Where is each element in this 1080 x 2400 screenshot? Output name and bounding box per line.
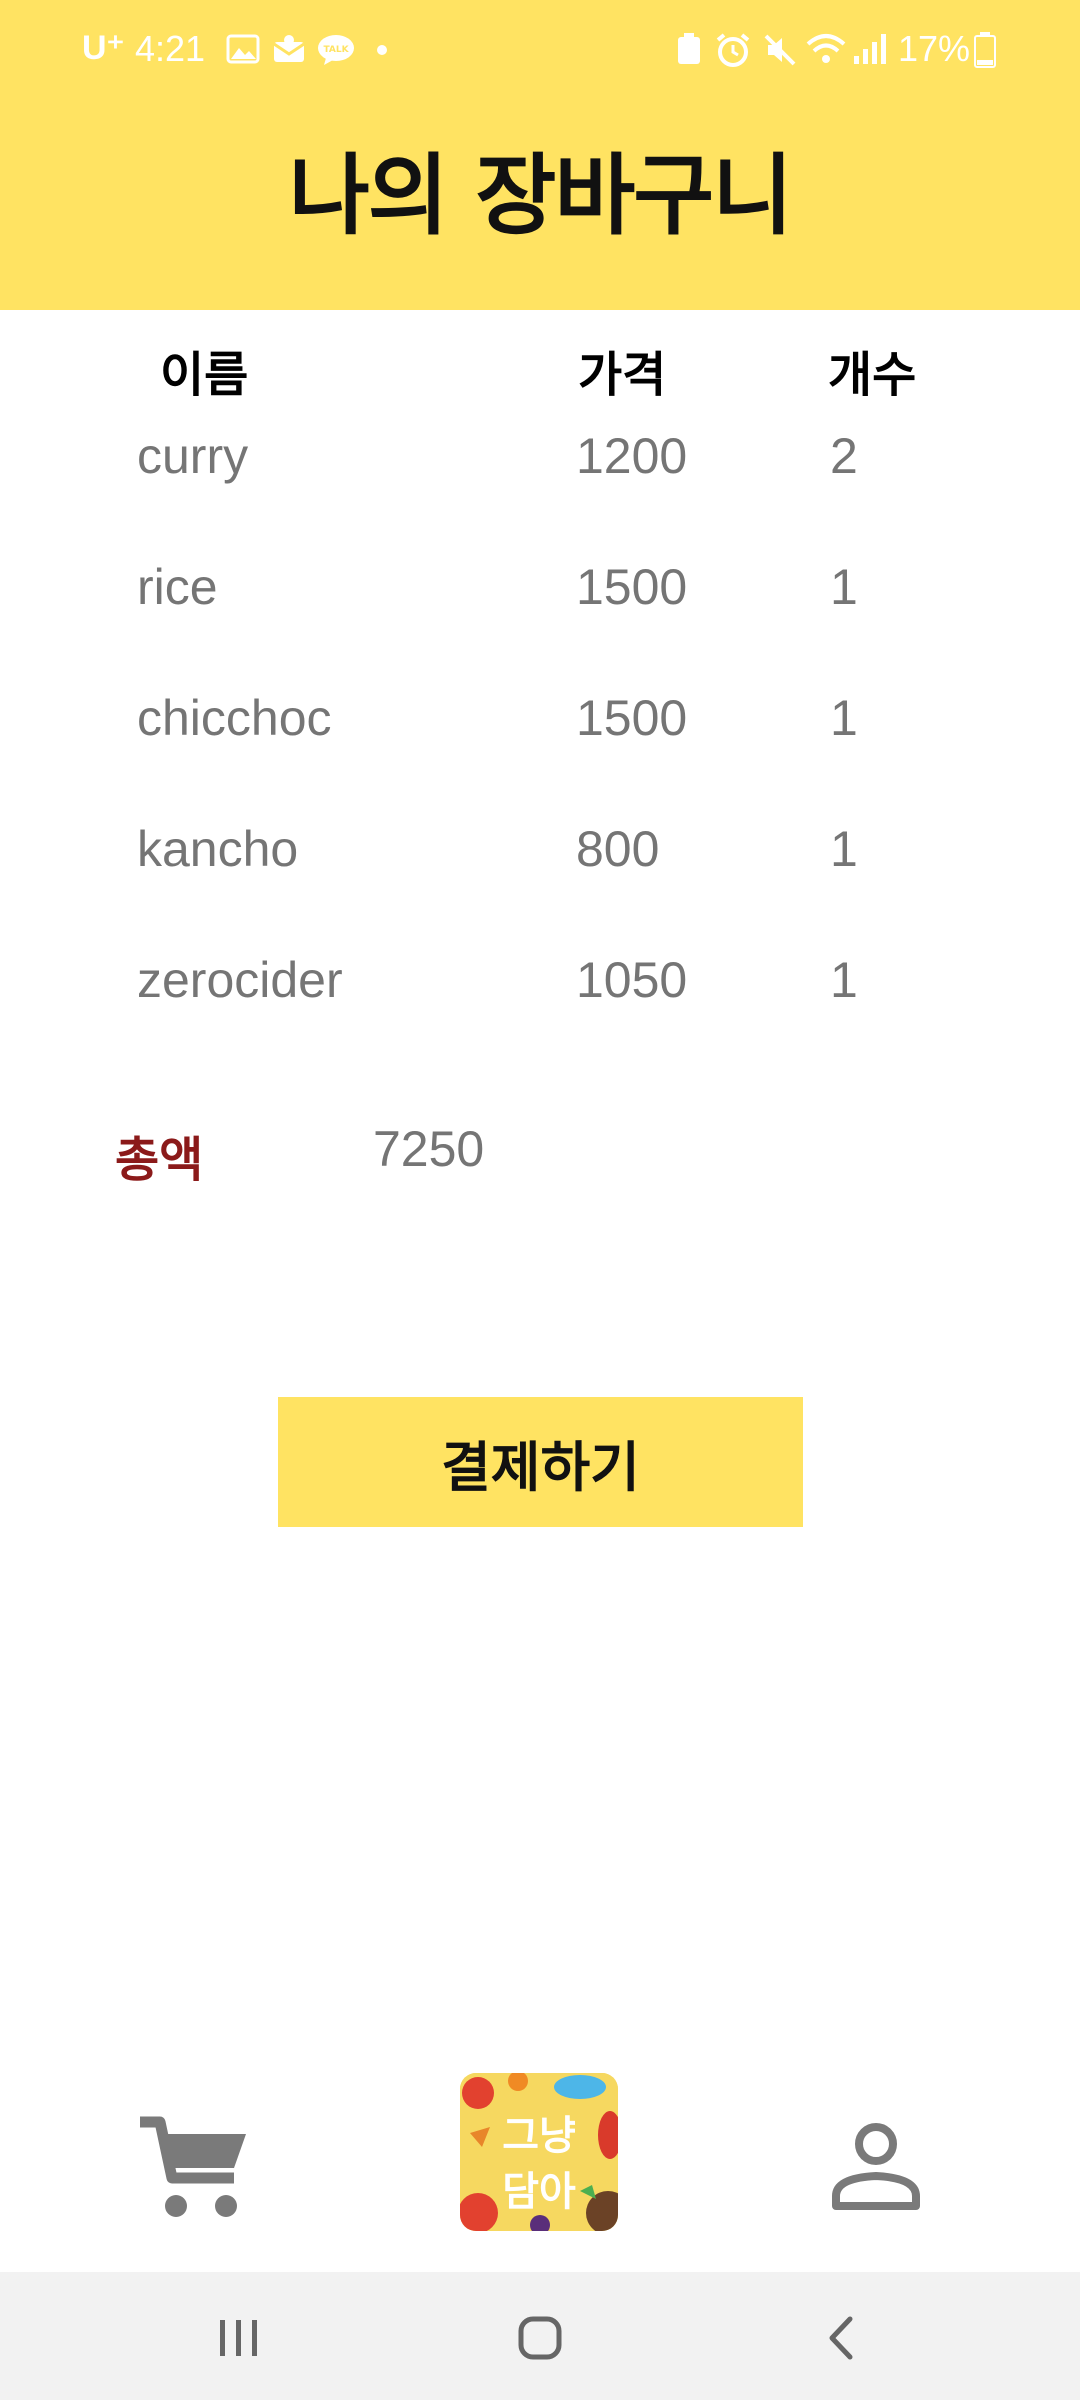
cart-row: rice 1500 1 [0, 558, 1080, 658]
item-name: chicchoc [137, 690, 332, 746]
recent-apps-icon[interactable] [218, 2318, 260, 2358]
item-name: kancho [137, 821, 299, 877]
logo-text-top: 그냥 [502, 2113, 576, 2159]
signal-icon [854, 34, 886, 64]
item-count: 1 [830, 690, 858, 746]
home-icon[interactable] [518, 2316, 562, 2360]
wifi-icon [806, 34, 846, 63]
item-count: 1 [830, 952, 858, 1008]
mail-icon [273, 35, 305, 62]
item-count: 1 [830, 559, 858, 615]
total-value: 7250 [373, 1121, 485, 1177]
item-price: 1200 [576, 428, 688, 484]
item-name: zerocider [137, 952, 343, 1008]
cart-row: chicchoc 1500 1 [0, 689, 1080, 789]
svg-text:TALK: TALK [323, 45, 349, 55]
item-name: rice [137, 559, 218, 615]
total-label: 총액 [115, 1132, 204, 1188]
cart-row: kancho 800 1 [0, 820, 1080, 920]
back-icon[interactable] [826, 2316, 856, 2360]
more-dot-icon [377, 45, 387, 55]
mute-icon [764, 34, 796, 66]
column-header-count: 개수 [828, 347, 917, 403]
app-logo-home-button[interactable]: 그냥 담아 [460, 2073, 618, 2231]
battery-percentage: 17% [898, 28, 971, 69]
talk-icon: TALK [318, 35, 354, 65]
app-header: U⁺ 4:21 TALK 17% 나의 장바구니 [0, 0, 1080, 310]
item-count: 2 [830, 428, 858, 484]
system-navigation-bar [0, 2272, 1080, 2400]
pay-button[interactable]: 결제하기 [278, 1397, 803, 1527]
battery-icon [974, 32, 996, 68]
item-count: 1 [830, 821, 858, 877]
gallery-icon [226, 34, 260, 64]
carrier-label: U⁺ [82, 29, 125, 67]
clock: 4:21 [135, 28, 206, 69]
cart-row: curry 1200 2 [0, 427, 1080, 527]
alarm-icon [716, 33, 750, 67]
battery-saver-icon [678, 33, 700, 64]
item-name: curry [137, 428, 249, 484]
logo-text-bottom: 담아 [502, 2169, 576, 2215]
item-price: 800 [576, 821, 660, 877]
column-header-price: 가격 [578, 347, 667, 403]
item-price: 1500 [576, 559, 688, 615]
item-price: 1500 [576, 690, 688, 746]
bottom-navigation: 그냥 담아 [0, 2040, 1080, 2270]
column-header-name: 이름 [160, 347, 249, 403]
person-icon[interactable] [830, 2120, 922, 2212]
item-price: 1050 [576, 952, 688, 1008]
page-title: 나의 장바구니 [288, 144, 793, 247]
status-bar: U⁺ 4:21 TALK 17% [0, 0, 1080, 100]
cart-icon[interactable] [138, 2114, 250, 2222]
cart-row: zerocider 1050 1 [0, 951, 1080, 1051]
